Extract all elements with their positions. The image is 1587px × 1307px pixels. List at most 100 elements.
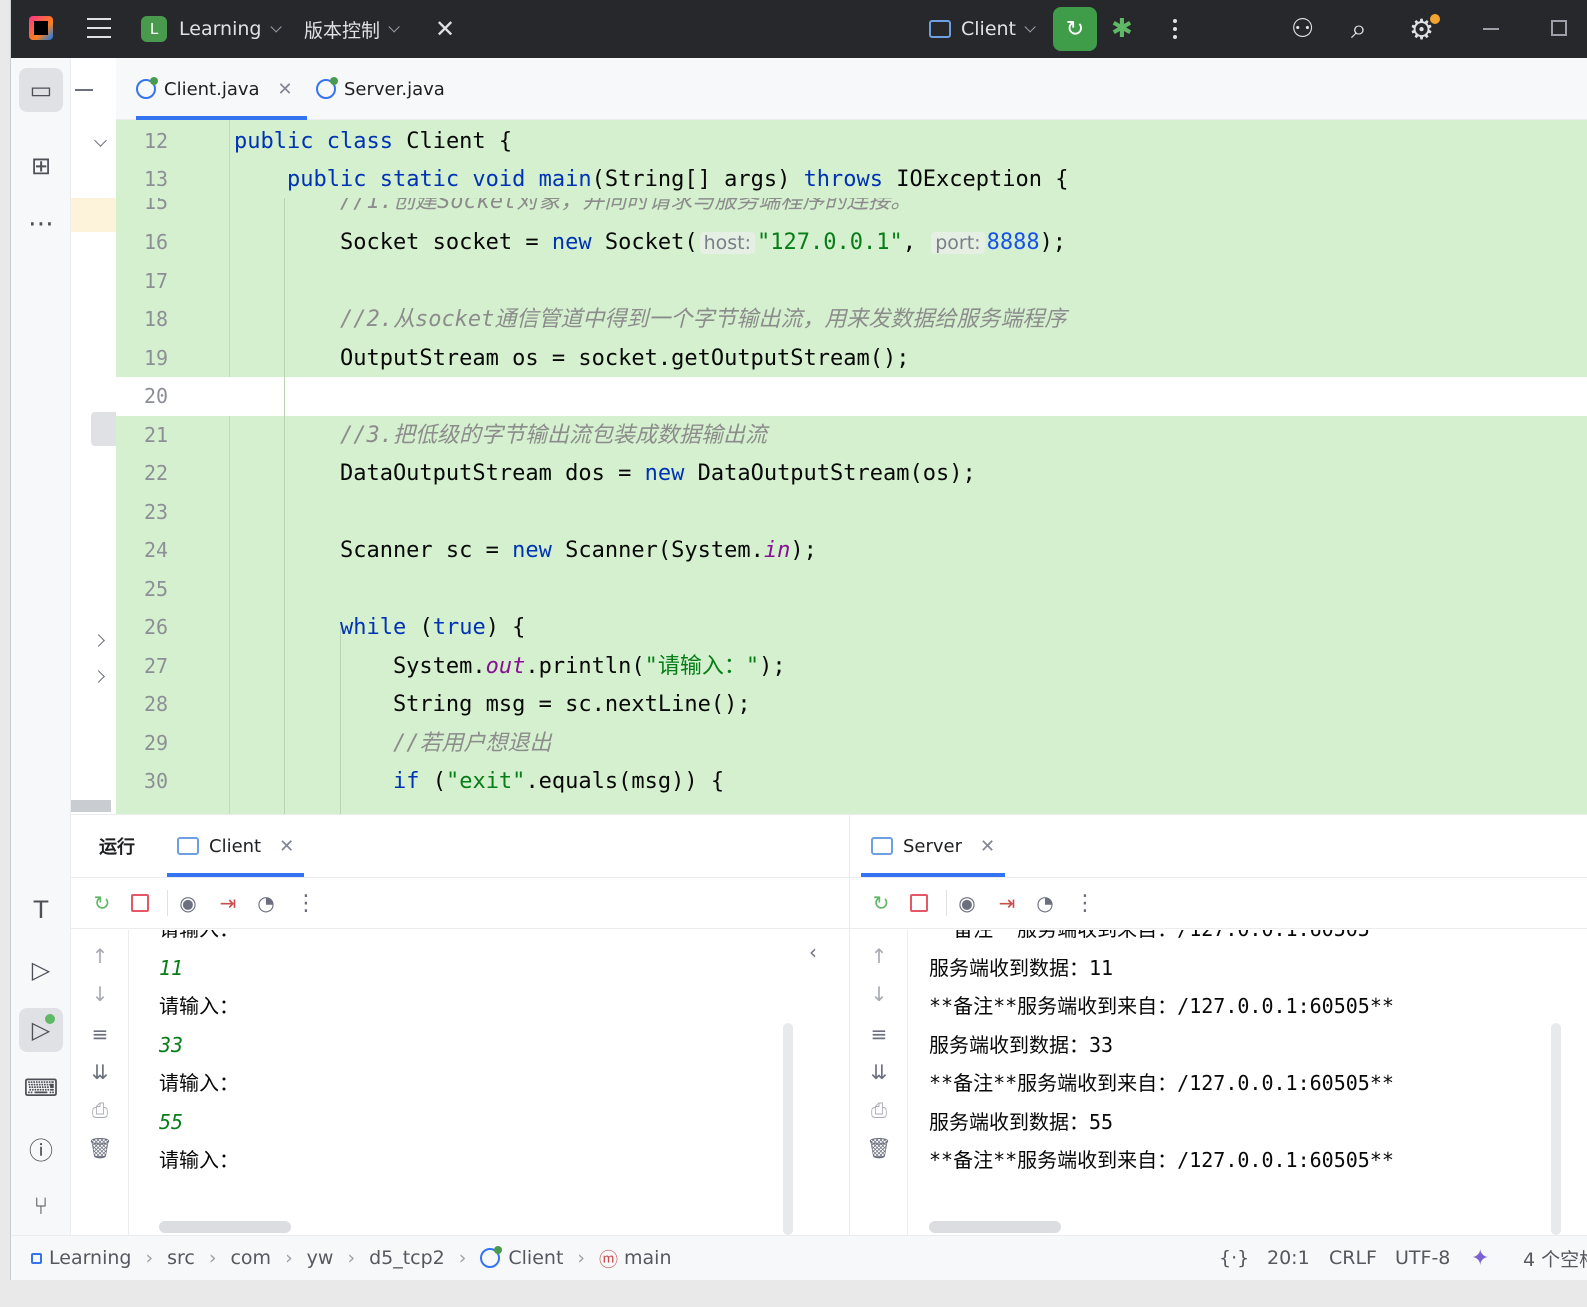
code-line[interactable]: 22 DataOutputStream dos = new DataOutput…: [116, 454, 1587, 493]
breadcrumb-item[interactable]: d5_tcp2: [369, 1247, 445, 1269]
ai-assistant-icon[interactable]: ✦: [1471, 1246, 1489, 1271]
breadcrumb-item[interactable]: Client: [508, 1247, 563, 1269]
client-console-output[interactable]: 请输入： 11 请输入： 33 请输入： 55 请输入：: [159, 930, 779, 1220]
code-line[interactable]: 28 String msg = sc.nextLine();: [116, 685, 1587, 724]
build-hammer-icon[interactable]: T: [19, 888, 63, 932]
code-vision-icon[interactable]: {·}: [1219, 1247, 1249, 1269]
code-line[interactable]: 21 //3.把低级的字节输出流包装成数据输出流: [116, 416, 1587, 455]
code-line[interactable]: 30 if ("exit".equals(msg)) {: [116, 762, 1587, 801]
server-console-output[interactable]: **备注**服务端收到来自：/127.0.0.1:60505** 服务端收到数据：…: [929, 930, 1569, 1220]
code-line[interactable]: 18 //2.从socket通信管道中得到一个字节输出流，用来发数据给服务端程序: [116, 300, 1587, 339]
scroll-up-icon[interactable]: ↑: [87, 944, 113, 970]
terminal-icon[interactable]: ⌨: [19, 1066, 63, 1110]
breadcrumb-item[interactable]: yw: [307, 1247, 334, 1269]
code-line[interactable]: 25: [116, 570, 1587, 609]
more-tools-icon[interactable]: ⋯: [19, 202, 63, 246]
soft-wrap-icon[interactable]: ≡: [87, 1022, 113, 1048]
settings-gear-icon[interactable]: ⚙: [1409, 0, 1434, 58]
print-icon[interactable]: ⎙: [87, 1098, 113, 1124]
code-line[interactable]: 13 public static void main(String[] args…: [116, 160, 1587, 199]
tab-server-java[interactable]: Server.java: [316, 58, 445, 120]
code-line[interactable]: 29 //若用户想退出: [116, 724, 1587, 763]
running-badge: [45, 1014, 55, 1024]
code-token: );: [790, 538, 817, 563]
scroll-down-icon[interactable]: ↓: [866, 982, 892, 1008]
debug-button[interactable]: ✱: [1111, 0, 1133, 58]
code-line[interactable]: 24 Scanner sc = new Scanner(System.in);: [116, 531, 1587, 570]
code-line[interactable]: 16 Socket socket = new Socket(host: "127.…: [116, 223, 1587, 262]
build-tools-icon[interactable]: ✕: [435, 0, 455, 58]
code-line[interactable]: 12 public class Client {: [116, 122, 1587, 161]
indent-setting[interactable]: 4 个空格: [1523, 1245, 1587, 1272]
soft-wrap-icon[interactable]: ≡: [866, 1022, 892, 1048]
camera-icon[interactable]: ◉: [175, 890, 201, 916]
scroll-to-end-icon[interactable]: ⇊: [866, 1060, 892, 1086]
code-token: static: [379, 167, 473, 192]
file-encoding[interactable]: UTF-8: [1395, 1247, 1450, 1269]
collapse-left-icon[interactable]: ‹: [809, 940, 817, 964]
more-actions-icon[interactable]: [1173, 27, 1177, 31]
run-tool-icon[interactable]: ▷: [19, 1008, 63, 1052]
tab-client-run[interactable]: Client ✕: [167, 815, 305, 877]
run-config-selector[interactable]: Client: [929, 0, 1036, 58]
profiler-icon[interactable]: ◔: [253, 890, 279, 916]
tab-server-run[interactable]: Server ✕: [861, 815, 1006, 877]
code-line[interactable]: 15 //1.创建Socket对象，并同时请求与服务端程序的连接。: [116, 198, 1587, 220]
rerun-icon[interactable]: ↻: [89, 890, 115, 916]
code-line[interactable]: 20: [116, 377, 1587, 416]
structure-icon[interactable]: ⊞: [19, 144, 63, 188]
profiler-icon[interactable]: ◔: [1032, 890, 1058, 916]
fold-chevron-icon[interactable]: [92, 634, 105, 647]
breadcrumb-item[interactable]: com: [230, 1247, 271, 1269]
horizontal-scroll-thumb[interactable]: [71, 800, 111, 812]
code-line[interactable]: 17: [116, 262, 1587, 301]
client-vertical-scrollbar[interactable]: [783, 1023, 793, 1235]
breadcrumb-item[interactable]: src: [167, 1247, 195, 1269]
scroll-down-icon[interactable]: ↓: [87, 982, 113, 1008]
close-icon[interactable]: ✕: [980, 836, 995, 857]
fold-chevron-icon[interactable]: [92, 670, 105, 683]
git-branch-icon[interactable]: ⑂: [19, 1184, 63, 1228]
add-user-icon[interactable]: ⚇: [1291, 0, 1314, 58]
trash-icon[interactable]: 🗑: [87, 1136, 113, 1162]
tab-client-java[interactable]: Client.java ✕: [136, 58, 307, 120]
code-editor[interactable]: 12 public class Client {13 public static …: [116, 120, 1587, 814]
breadcrumb-item[interactable]: main: [624, 1247, 671, 1269]
search-icon[interactable]: ⌕: [1351, 0, 1367, 58]
caret-position[interactable]: 20:1: [1267, 1247, 1310, 1269]
server-vertical-scrollbar[interactable]: [1551, 1023, 1561, 1235]
more-options-icon[interactable]: ⋮: [1072, 890, 1098, 916]
server-horizontal-scrollbar[interactable]: [929, 1221, 1061, 1233]
client-horizontal-scrollbar[interactable]: [159, 1221, 291, 1233]
print-icon[interactable]: ⎙: [866, 1098, 892, 1124]
rerun-button[interactable]: ↻: [1053, 7, 1097, 51]
problems-icon[interactable]: ⓘ: [19, 1126, 63, 1170]
stop-button[interactable]: [127, 890, 153, 916]
camera-icon[interactable]: ◉: [954, 890, 980, 916]
scroll-to-end-icon[interactable]: ⇊: [87, 1060, 113, 1086]
close-icon[interactable]: ✕: [279, 836, 294, 857]
close-icon[interactable]: ✕: [278, 79, 293, 100]
project-selector[interactable]: L Learning: [141, 0, 282, 58]
services-icon[interactable]: ▷: [19, 948, 63, 992]
code-line[interactable]: 26 while (true) {: [116, 608, 1587, 647]
code-line[interactable]: 23: [116, 493, 1587, 532]
main-menu-icon[interactable]: [87, 18, 111, 38]
line-separator[interactable]: CRLF: [1329, 1247, 1377, 1269]
scroll-up-icon[interactable]: ↑: [866, 944, 892, 970]
vcs-menu[interactable]: 版本控制: [304, 0, 400, 58]
rerun-icon[interactable]: ↻: [868, 890, 894, 916]
stop-button[interactable]: [906, 890, 932, 916]
exit-icon[interactable]: ⇥: [215, 890, 241, 916]
maximize-icon[interactable]: [1551, 20, 1567, 36]
exit-icon[interactable]: ⇥: [994, 890, 1020, 916]
fold-chevron-icon[interactable]: [94, 134, 107, 147]
code-line[interactable]: 19 OutputStream os = socket.getOutputStr…: [116, 339, 1587, 378]
minimize-icon[interactable]: [1483, 28, 1499, 30]
code-line[interactable]: 27 System.out.println("请输入：");: [116, 647, 1587, 686]
breadcrumb-item[interactable]: Learning: [49, 1247, 132, 1269]
project-folder-icon[interactable]: ▭: [19, 68, 63, 112]
trash-icon[interactable]: 🗑: [866, 1136, 892, 1162]
more-options-icon[interactable]: ⋮: [293, 890, 319, 916]
collapse-icon[interactable]: [75, 89, 93, 91]
